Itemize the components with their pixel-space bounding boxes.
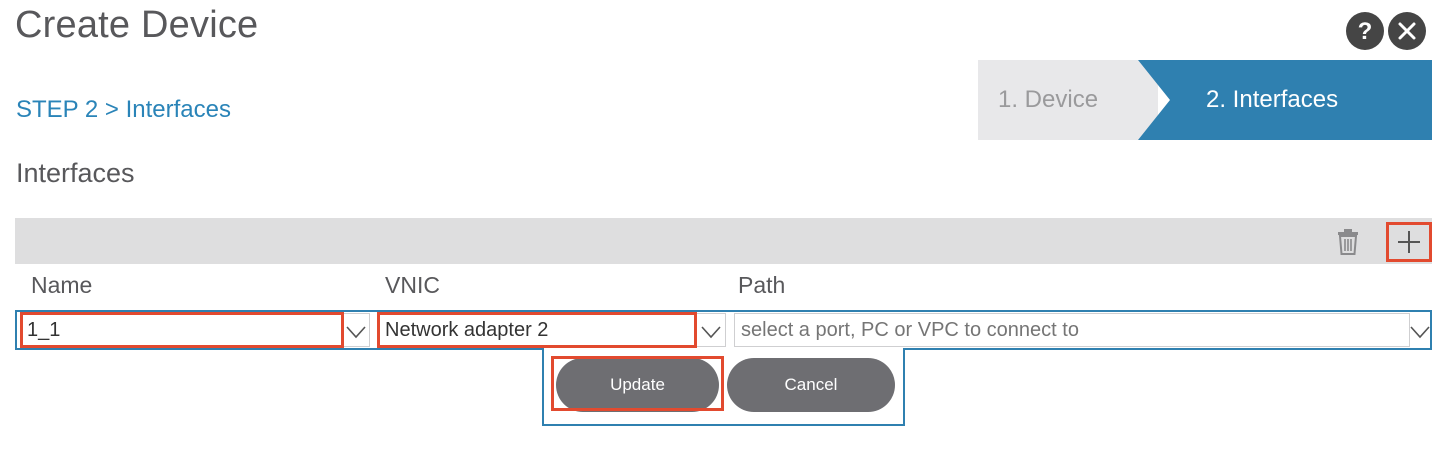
chevron-down-icon[interactable] [344,317,368,350]
column-header-name: Name [31,272,93,298]
trash-icon[interactable] [1336,228,1360,261]
page-title: Create Device [15,4,259,46]
vnic-select[interactable]: Network adapter 2 [378,313,726,347]
header-icons: ? [1346,12,1426,50]
wizard-step-interfaces[interactable]: 2. Interfaces [1138,60,1432,140]
update-button[interactable]: Update [556,358,719,412]
cancel-button[interactable]: Cancel [727,358,895,412]
path-input[interactable] [734,313,1410,347]
svg-text:?: ? [1358,19,1373,43]
column-header-path: Path [738,272,786,298]
section-title: Interfaces [16,158,135,188]
plus-icon [1398,231,1420,253]
help-icon[interactable]: ? [1346,12,1384,50]
column-header-vnic: VNIC [385,272,440,298]
wizard-steps: 1. Device 2. Interfaces [978,60,1432,140]
name-select[interactable]: 1_1 [20,313,370,347]
table-toolbar [15,218,1432,264]
wizard-step-device[interactable]: 1. Device [978,60,1158,140]
step-breadcrumb: STEP 2 > Interfaces [16,96,232,123]
chevron-down-icon[interactable] [1408,317,1432,350]
chevron-down-icon[interactable] [699,317,723,350]
add-interface-button[interactable] [1386,222,1432,262]
close-icon[interactable] [1388,12,1426,50]
